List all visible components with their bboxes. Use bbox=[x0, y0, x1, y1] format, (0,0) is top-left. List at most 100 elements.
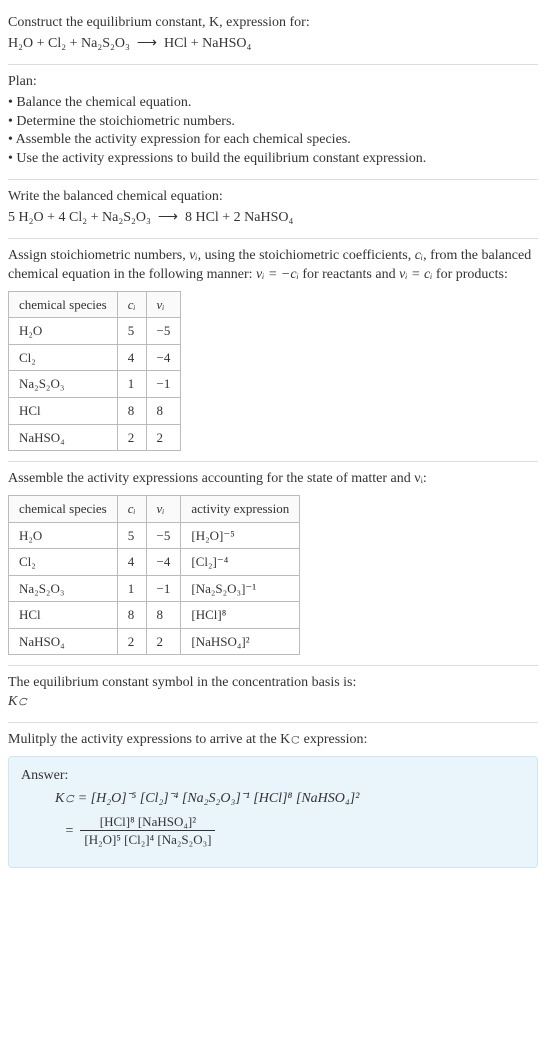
cell: 2 bbox=[146, 628, 181, 655]
plan-item-text: Balance the chemical equation. bbox=[16, 95, 191, 110]
arrow-icon: ⟶ bbox=[137, 36, 157, 51]
cell: [Na₂S₂O₃]⁻¹ bbox=[181, 575, 300, 602]
table-row: NaHSO₄22 bbox=[9, 424, 181, 451]
stoich-table: chemical species cᵢ νᵢ H₂O5−5 Cl₂4−4 Na₂… bbox=[8, 291, 181, 451]
arrow-icon: ⟶ bbox=[158, 210, 178, 225]
symbol-section: The equilibrium constant symbol in the c… bbox=[8, 666, 538, 723]
fraction: [HCl]⁸ [NaHSO₄]² [H₂O]⁵ [Cl₂]⁴ [Na₂S₂O₃] bbox=[80, 813, 215, 849]
stoich-text-part: for products: bbox=[432, 267, 507, 282]
cell: [HCl]⁸ bbox=[181, 602, 300, 629]
intro-heading: Construct the equilibrium constant, K, e… bbox=[8, 14, 538, 33]
kc-symbol: K𝚌 bbox=[8, 693, 538, 712]
cell: 4 bbox=[117, 344, 146, 371]
cell: HCl bbox=[9, 397, 118, 424]
cell: −4 bbox=[146, 344, 181, 371]
balanced-rhs: 8 HCl + 2 NaHSO₄ bbox=[185, 210, 293, 225]
cell: NaHSO₄ bbox=[9, 628, 118, 655]
stoich-rel1: νᵢ = −cᵢ bbox=[256, 267, 299, 282]
table-row: Na₂S₂O₃1−1 bbox=[9, 371, 181, 398]
cell: H₂O bbox=[9, 522, 118, 549]
balanced-lhs: 5 H₂O + 4 Cl₂ + Na₂S₂O₃ bbox=[8, 210, 151, 225]
table-row: H₂O5−5 bbox=[9, 318, 181, 345]
cell: 8 bbox=[117, 602, 146, 629]
cell: 4 bbox=[117, 549, 146, 576]
cell: 1 bbox=[117, 371, 146, 398]
cell: 1 bbox=[117, 575, 146, 602]
cell: −4 bbox=[146, 549, 181, 576]
answer-line2: = [HCl]⁸ [NaHSO₄]² [H₂O]⁵ [Cl₂]⁴ [Na₂S₂O… bbox=[55, 813, 525, 849]
balanced-heading: Write the balanced chemical equation: bbox=[8, 188, 538, 207]
col-ci: cᵢ bbox=[117, 291, 146, 318]
cell: −5 bbox=[146, 318, 181, 345]
col-species: chemical species bbox=[9, 495, 118, 522]
cell: 5 bbox=[117, 522, 146, 549]
cell: 2 bbox=[117, 424, 146, 451]
plan-item: • Assemble the activity expression for e… bbox=[8, 131, 538, 150]
c-i-symbol: cᵢ bbox=[415, 248, 423, 263]
intro-line1: Construct the equilibrium constant, K, e… bbox=[8, 15, 310, 30]
stoich-section: Assign stoichiometric numbers, νᵢ, using… bbox=[8, 239, 538, 462]
kc-eq-expr: K𝚌 = [H₂O]⁻⁵ [Cl₂]⁻⁴ [Na₂S₂O₃]⁻¹ [HCl]⁸ … bbox=[55, 791, 359, 806]
fraction-num: [HCl]⁸ [NaHSO₄]² bbox=[80, 813, 215, 832]
plan-heading: Plan: bbox=[8, 73, 538, 92]
cell: [Cl₂]⁻⁴ bbox=[181, 549, 300, 576]
activity-heading: Assemble the activity expressions accoun… bbox=[8, 470, 538, 489]
activity-section: Assemble the activity expressions accoun… bbox=[8, 462, 538, 666]
activity-table: chemical species cᵢ νᵢ activity expressi… bbox=[8, 495, 300, 655]
cell: 8 bbox=[146, 602, 181, 629]
cell: [NaHSO₄]² bbox=[181, 628, 300, 655]
col-nui: νᵢ bbox=[146, 495, 181, 522]
stoich-text-part: Assign stoichiometric numbers, bbox=[8, 248, 189, 263]
table-row: HCl88[HCl]⁸ bbox=[9, 602, 300, 629]
balanced-section: Write the balanced chemical equation: 5 … bbox=[8, 180, 538, 239]
intro-section: Construct the equilibrium constant, K, e… bbox=[8, 6, 538, 65]
cell: −1 bbox=[146, 575, 181, 602]
cell: NaHSO₄ bbox=[9, 424, 118, 451]
cell: −1 bbox=[146, 371, 181, 398]
table-row: NaHSO₄22[NaHSO₄]² bbox=[9, 628, 300, 655]
stoich-text: Assign stoichiometric numbers, νᵢ, using… bbox=[8, 247, 538, 285]
cell: 2 bbox=[146, 424, 181, 451]
symbol-line1: The equilibrium constant symbol in the c… bbox=[8, 674, 538, 693]
plan-item-text: Use the activity expressions to build th… bbox=[16, 151, 426, 166]
intro-eq-rhs: HCl + NaHSO₄ bbox=[164, 36, 251, 51]
answer-line1: K𝚌 = [H₂O]⁻⁵ [Cl₂]⁻⁴ [Na₂S₂O₃]⁻¹ [HCl]⁸ … bbox=[55, 790, 525, 809]
nu-i-symbol: νᵢ bbox=[189, 248, 197, 263]
stoich-text-part: for reactants and bbox=[299, 267, 399, 282]
answer-label: Answer: bbox=[21, 767, 525, 786]
cell: Cl₂ bbox=[9, 344, 118, 371]
multiply-heading: Mulitply the activity expressions to arr… bbox=[8, 731, 538, 750]
cell: 8 bbox=[146, 397, 181, 424]
table-row: HCl88 bbox=[9, 397, 181, 424]
table-header-row: chemical species cᵢ νᵢ activity expressi… bbox=[9, 495, 300, 522]
plan-item: • Balance the chemical equation. bbox=[8, 94, 538, 113]
cell: Na₂S₂O₃ bbox=[9, 371, 118, 398]
col-ci: cᵢ bbox=[117, 495, 146, 522]
intro-equation: H₂O + Cl₂ + Na₂S₂O₃ ⟶ HCl + NaHSO₄ bbox=[8, 35, 538, 54]
table-row: Cl₂4−4 bbox=[9, 344, 181, 371]
plan-item: • Use the activity expressions to build … bbox=[8, 150, 538, 169]
plan-section: Plan: • Balance the chemical equation. •… bbox=[8, 65, 538, 180]
intro-eq-lhs: H₂O + Cl₂ + Na₂S₂O₃ bbox=[8, 36, 130, 51]
table-header-row: chemical species cᵢ νᵢ bbox=[9, 291, 181, 318]
col-species: chemical species bbox=[9, 291, 118, 318]
cell: Cl₂ bbox=[9, 549, 118, 576]
answer-box: Answer: K𝚌 = [H₂O]⁻⁵ [Cl₂]⁻⁴ [Na₂S₂O₃]⁻¹… bbox=[8, 756, 538, 868]
cell: H₂O bbox=[9, 318, 118, 345]
col-activity: activity expression bbox=[181, 495, 300, 522]
plan-item-text: Assemble the activity expression for eac… bbox=[16, 132, 351, 147]
multiply-section: Mulitply the activity expressions to arr… bbox=[8, 723, 538, 878]
cell: 8 bbox=[117, 397, 146, 424]
stoich-text-part: , using the stoichiometric coefficients, bbox=[198, 248, 415, 263]
cell: 5 bbox=[117, 318, 146, 345]
balanced-equation: 5 H₂O + 4 Cl₂ + Na₂S₂O₃ ⟶ 8 HCl + 2 NaHS… bbox=[8, 209, 538, 228]
cell: −5 bbox=[146, 522, 181, 549]
cell: 2 bbox=[117, 628, 146, 655]
fraction-den: [H₂O]⁵ [Cl₂]⁴ [Na₂S₂O₃] bbox=[80, 831, 215, 849]
col-nui: νᵢ bbox=[146, 291, 181, 318]
stoich-rel2: νᵢ = cᵢ bbox=[399, 267, 432, 282]
plan-item-text: Determine the stoichiometric numbers. bbox=[16, 114, 235, 129]
table-row: H₂O5−5[H₂O]⁻⁵ bbox=[9, 522, 300, 549]
plan-item: • Determine the stoichiometric numbers. bbox=[8, 113, 538, 132]
cell: Na₂S₂O₃ bbox=[9, 575, 118, 602]
